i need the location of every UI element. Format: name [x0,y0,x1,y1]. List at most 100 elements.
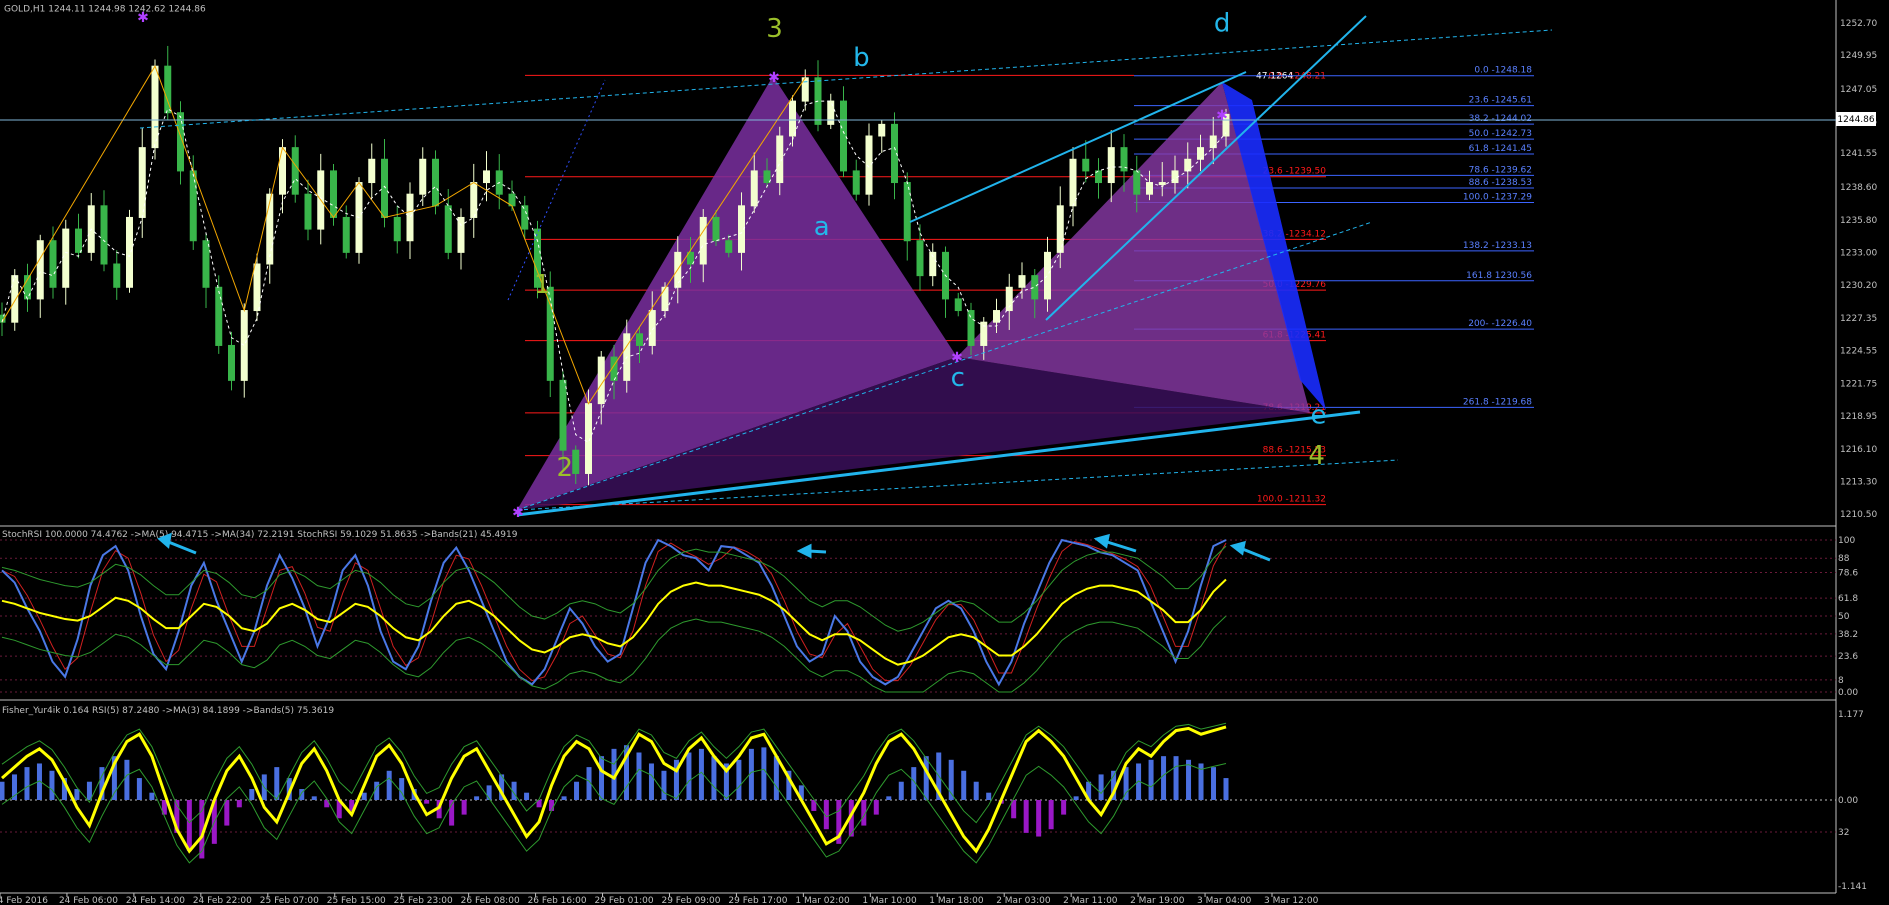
candle-body[interactable] [253,263,261,312]
candle-body[interactable] [789,100,796,137]
candle-body[interactable] [1031,275,1039,300]
candle-body[interactable] [1146,182,1153,195]
candle-body[interactable] [546,286,554,381]
fisher-histogram-bar[interactable] [236,800,242,808]
candle-body[interactable] [954,298,962,312]
candle-body[interactable] [967,310,975,346]
fisher-histogram-bar[interactable] [186,800,192,852]
candle-body[interactable] [1171,170,1179,184]
candle-body[interactable] [1133,170,1141,195]
fisher-histogram-bar[interactable] [736,759,742,800]
candle-body[interactable] [763,170,771,184]
fisher-histogram-bar[interactable] [74,789,80,800]
candle-body[interactable] [1018,275,1026,288]
fisher-histogram-bar[interactable] [1023,800,1029,833]
fisher-histogram-bar[interactable] [224,800,230,826]
candle-body[interactable] [572,449,580,474]
candle-body[interactable] [138,147,146,218]
candle-body[interactable] [712,216,720,242]
candle-body[interactable] [240,310,248,381]
candle-body[interactable] [151,65,159,149]
candle-body[interactable] [432,158,439,207]
candle-body[interactable] [406,193,414,242]
fisher-histogram-bar[interactable] [1073,796,1079,800]
candle-body[interactable] [291,147,299,195]
candle-body[interactable] [470,182,478,218]
candle-body[interactable] [393,216,401,242]
fisher-histogram-bar[interactable] [0,781,5,800]
candle-body[interactable] [11,275,19,323]
candle-body[interactable] [636,333,643,346]
fisher-histogram-bar[interactable] [49,770,55,800]
fisher-histogram-bar[interactable] [961,770,967,800]
fisher-histogram-bar[interactable] [474,796,480,800]
candle-body[interactable] [903,182,911,242]
candle-body[interactable] [1082,158,1090,172]
fisher-histogram-bar[interactable] [873,800,879,815]
fisher-histogram-bar[interactable] [773,756,779,800]
fisher-histogram-bar[interactable] [249,789,255,800]
fisher-histogram-bar[interactable] [1048,800,1054,830]
fisher-histogram-bar[interactable] [1186,759,1192,800]
candle-body[interactable] [852,170,860,195]
candle-body[interactable] [215,286,223,346]
candle-body[interactable] [1184,158,1192,172]
candle-body[interactable] [1044,251,1051,300]
candle-body[interactable] [1158,182,1166,186]
candle-body[interactable] [304,193,312,230]
candle-body[interactable] [1197,147,1204,160]
fisher-histogram-bar[interactable] [524,792,530,800]
candle-body[interactable] [49,240,57,288]
stochrsi-slow-yellow[interactable] [1,578,1227,666]
fisher-histogram-bar[interactable] [599,756,605,800]
fisher-histogram-bar[interactable] [86,781,92,800]
candle-body[interactable] [827,100,835,125]
fisher-histogram-bar[interactable] [1036,800,1042,837]
candle-body[interactable] [444,205,452,253]
fisher-histogram-bar[interactable] [973,781,979,800]
stochrsi-panel[interactable]: 100 88 78.6 61.8 50 38.2 23.6 8 0.00 [0,536,1858,698]
candle-body[interactable] [483,170,490,184]
candle-body[interactable] [126,216,133,288]
candle-body[interactable] [993,310,1000,323]
fisher-histogram-bar[interactable] [1061,800,1067,815]
fisher-histogram-bar[interactable] [149,792,155,800]
fisher-histogram-bar[interactable] [124,759,130,800]
fisher-histogram-bar[interactable] [686,752,692,800]
fisher-histogram-bar[interactable] [386,770,392,800]
candle-body[interactable] [661,286,669,312]
candle-body[interactable] [725,240,733,253]
candle-body[interactable] [916,240,924,277]
fisher-histogram-bar[interactable] [986,792,992,800]
candle-body[interactable] [368,158,376,184]
candle-body[interactable] [62,228,70,288]
fisher-histogram-bar[interactable] [1223,778,1229,800]
chart-canvas[interactable]: 0.0 -1248.2147.126423.6 -1239.5038.2 -12… [0,0,1889,905]
candle-body[interactable] [559,379,567,451]
candle-body[interactable] [750,170,758,207]
candle-body[interactable] [228,344,235,381]
candle-body[interactable] [381,158,388,218]
fisher-histogram-bar[interactable] [311,796,317,800]
fisher-histogram-bar[interactable] [24,767,30,800]
fisher-histogram-bar[interactable] [923,756,929,800]
candle-body[interactable] [878,123,886,137]
fisher-histogram-bar[interactable] [361,792,367,800]
candle-body[interactable] [189,170,197,242]
fisher-panel[interactable]: 1.177 0.00 32 -1.141 [0,710,1867,892]
fisher-histogram-bar[interactable] [1211,767,1217,800]
fisher-histogram-bar[interactable] [1148,759,1154,800]
fisher-histogram-bar[interactable] [636,752,642,800]
fisher-histogram-bar[interactable] [1161,756,1167,800]
stochrsi-main-blue[interactable] [1,538,1227,687]
candle-body[interactable] [1069,158,1077,207]
fisher-histogram-bar[interactable] [648,763,654,800]
candle-body[interactable] [202,240,210,288]
candle-body[interactable] [699,216,707,265]
fisher-histogram-bar[interactable] [886,796,892,800]
candle-body[interactable] [100,205,108,265]
candle-body[interactable] [36,240,44,300]
candle-body[interactable] [840,100,847,172]
fisher-histogram-bar[interactable] [1173,756,1179,800]
candle-body[interactable] [113,263,121,288]
